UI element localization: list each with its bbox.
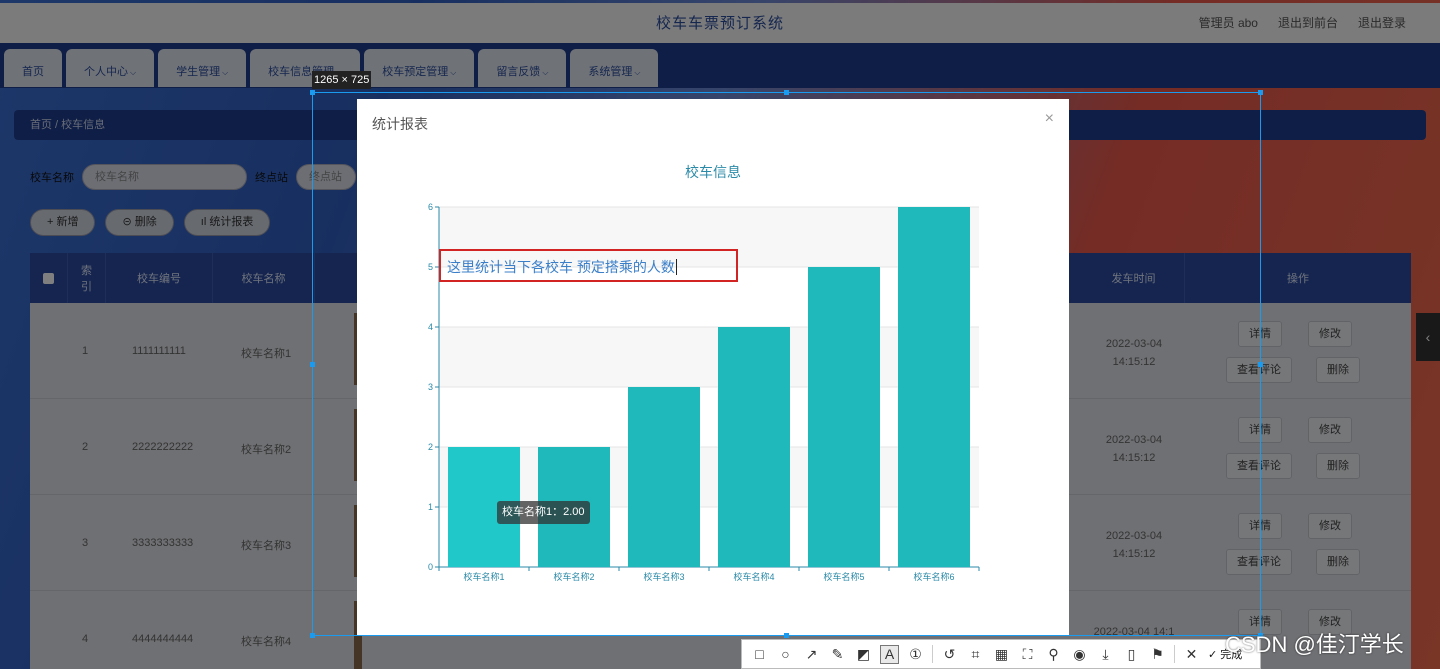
- crop-icon[interactable]: ⌗: [966, 645, 985, 664]
- cancel-icon[interactable]: ✕: [1182, 645, 1201, 664]
- resize-handle[interactable]: [310, 90, 315, 95]
- text-tool-icon[interactable]: A: [880, 644, 899, 664]
- arrow-tool-icon[interactable]: ↗: [802, 645, 821, 664]
- ocr-icon[interactable]: ▦: [992, 645, 1011, 664]
- resize-handle[interactable]: [310, 362, 315, 367]
- scan-icon[interactable]: ⛶: [1018, 645, 1037, 664]
- resize-handle[interactable]: [1258, 90, 1263, 95]
- record-icon[interactable]: ◉: [1070, 645, 1089, 664]
- resize-handle[interactable]: [784, 633, 789, 638]
- mosaic-tool-icon[interactable]: ◩: [854, 645, 873, 664]
- long-screenshot-icon[interactable]: ▯: [1122, 645, 1141, 664]
- number-marker-icon[interactable]: ①: [906, 645, 925, 664]
- checkmark-icon: ✓: [1208, 648, 1218, 661]
- rectangle-tool-icon[interactable]: □: [750, 645, 769, 664]
- download-icon[interactable]: ⤓: [1096, 645, 1115, 664]
- resize-handle[interactable]: [784, 90, 789, 95]
- capture-selection-frame[interactable]: [310, 90, 1263, 638]
- undo-icon[interactable]: ↺: [940, 645, 959, 664]
- watermark: CSDN @佳汀学长: [1225, 632, 1404, 657]
- pin-icon[interactable]: ⚲: [1044, 645, 1063, 664]
- toolbar-divider: [932, 645, 933, 663]
- capture-size-label: 1265 × 725: [312, 71, 372, 89]
- resize-handle[interactable]: [310, 633, 315, 638]
- resize-handle[interactable]: [1258, 362, 1263, 367]
- bookmark-icon[interactable]: ⚑: [1148, 645, 1167, 664]
- capture-toolbar: □ ○ ↗ ✎ ◩ A ① ↺ ⌗ ▦ ⛶ ⚲ ◉ ⤓ ▯ ⚑ ✕ ✓ 完成: [741, 639, 1261, 669]
- toolbar-divider: [1174, 645, 1175, 663]
- ellipse-tool-icon[interactable]: ○: [776, 645, 795, 664]
- pen-tool-icon[interactable]: ✎: [828, 645, 847, 664]
